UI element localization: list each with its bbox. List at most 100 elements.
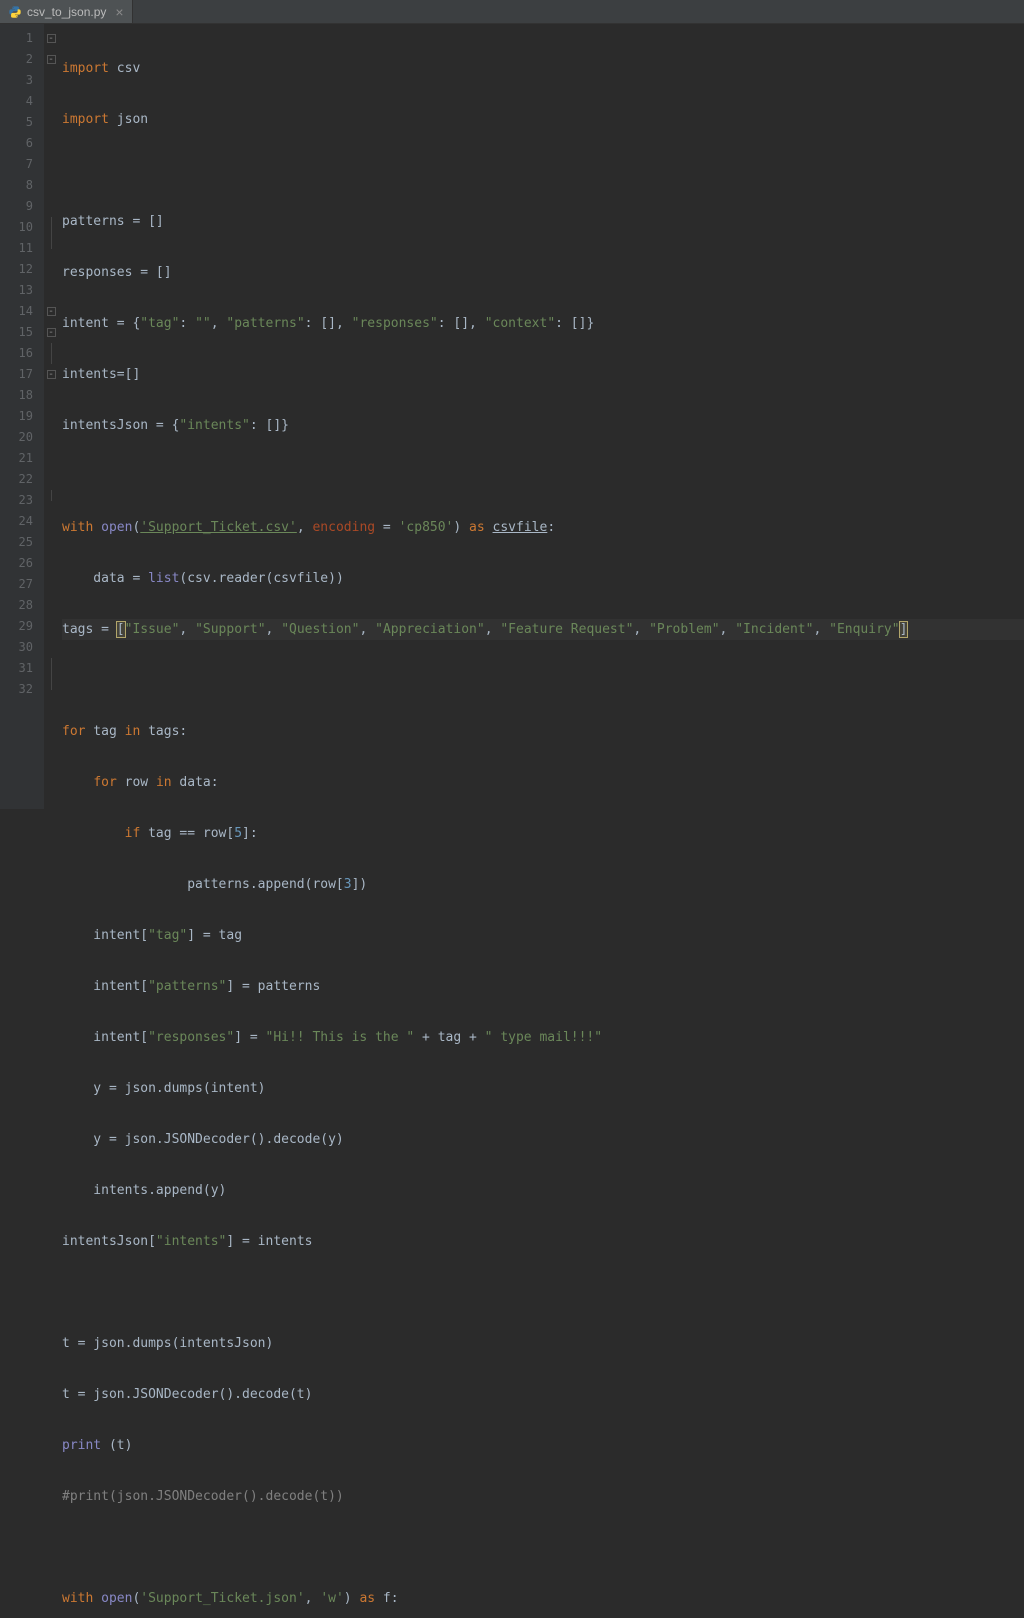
- code-line: print (t): [62, 1435, 1024, 1456]
- fold-row: [44, 280, 58, 301]
- code-line: if tag == row[5]:: [62, 823, 1024, 844]
- code-line: import json: [62, 109, 1024, 130]
- code-line: import csv: [62, 58, 1024, 79]
- fold-row: -: [44, 322, 58, 343]
- code-line: intents.append(y): [62, 1180, 1024, 1201]
- code-line: with open('Support_Ticket.csv', encoding…: [62, 517, 1024, 538]
- fold-toggle-icon[interactable]: -: [47, 307, 56, 316]
- fold-row: -: [44, 301, 58, 322]
- line-number: 20: [0, 427, 43, 448]
- tab-filename: csv_to_json.py: [27, 5, 106, 19]
- code-line: intent = {"tag": "", "patterns": [], "re…: [62, 313, 1024, 334]
- fold-row: -: [44, 49, 58, 70]
- line-number: 15: [0, 322, 43, 343]
- code-line: intentsJson["intents"] = intents: [62, 1231, 1024, 1252]
- line-number: 28: [0, 595, 43, 616]
- close-tab-icon[interactable]: ×: [115, 5, 123, 19]
- code-line: intentsJson = {"intents": []}: [62, 415, 1024, 436]
- code-line: intent["tag"] = tag: [62, 925, 1024, 946]
- fold-row: [44, 238, 58, 259]
- fold-toggle-icon[interactable]: -: [47, 328, 56, 337]
- line-number: 4: [0, 91, 43, 112]
- python-file-icon: [8, 5, 22, 19]
- fold-row: [44, 427, 58, 448]
- line-number: 10: [0, 217, 43, 238]
- code-line: y = json.JSONDecoder().decode(y): [62, 1129, 1024, 1150]
- line-number: 26: [0, 553, 43, 574]
- line-number: 32: [0, 679, 43, 700]
- fold-row: [44, 511, 58, 532]
- code-line: t = json.dumps(intentsJson): [62, 1333, 1024, 1354]
- fold-row: [44, 133, 58, 154]
- line-number: 12: [0, 259, 43, 280]
- line-number: 30: [0, 637, 43, 658]
- line-number: 23: [0, 490, 43, 511]
- line-number: 21: [0, 448, 43, 469]
- fold-row: [44, 343, 58, 364]
- fold-row: -: [44, 364, 58, 385]
- code-line: intent["patterns"] = patterns: [62, 976, 1024, 997]
- fold-toggle-icon[interactable]: -: [47, 34, 56, 43]
- fold-row: [44, 91, 58, 112]
- line-number: 17: [0, 364, 43, 385]
- line-number: 14: [0, 301, 43, 322]
- tab-bar: csv_to_json.py ×: [0, 0, 1024, 24]
- code-line: for row in data:: [62, 772, 1024, 793]
- line-number: 18: [0, 385, 43, 406]
- fold-row: [44, 616, 58, 637]
- file-tab[interactable]: csv_to_json.py ×: [0, 0, 133, 23]
- fold-row: [44, 595, 58, 616]
- fold-row: [44, 406, 58, 427]
- code-line-active: tags = ["Issue", "Support", "Question", …: [62, 619, 1024, 640]
- fold-row: [44, 196, 58, 217]
- code-line: #print(json.JSONDecoder().decode(t)): [62, 1486, 1024, 1507]
- line-number: 9: [0, 196, 43, 217]
- fold-toggle-icon[interactable]: -: [47, 55, 56, 64]
- code-line: [62, 466, 1024, 487]
- line-number: 29: [0, 616, 43, 637]
- fold-row: [44, 469, 58, 490]
- fold-row: [44, 70, 58, 91]
- line-number: 6: [0, 133, 43, 154]
- fold-row: [44, 259, 58, 280]
- fold-row: [44, 532, 58, 553]
- fold-row: [44, 217, 58, 238]
- code-line: for tag in tags:: [62, 721, 1024, 742]
- line-number: 31: [0, 658, 43, 679]
- fold-row: [44, 112, 58, 133]
- code-line: data = list(csv.reader(csvfile)): [62, 568, 1024, 589]
- line-number-gutter: 1234567891011121314151617181920212223242…: [0, 24, 44, 809]
- code-editor[interactable]: 1234567891011121314151617181920212223242…: [0, 24, 1024, 809]
- code-line: [62, 1537, 1024, 1558]
- code-line: intents=[]: [62, 364, 1024, 385]
- code-area[interactable]: import csv import json patterns = [] res…: [58, 24, 1024, 809]
- line-number: 24: [0, 511, 43, 532]
- fold-column: - - - - -: [44, 24, 58, 809]
- code-line: [62, 670, 1024, 691]
- line-number: 13: [0, 280, 43, 301]
- line-number: 22: [0, 469, 43, 490]
- line-number: 3: [0, 70, 43, 91]
- code-line: [62, 1282, 1024, 1303]
- line-number: 7: [0, 154, 43, 175]
- fold-row: [44, 448, 58, 469]
- fold-row: [44, 385, 58, 406]
- fold-row: [44, 679, 58, 700]
- line-number: 27: [0, 574, 43, 595]
- line-number: 25: [0, 532, 43, 553]
- line-number: 16: [0, 343, 43, 364]
- fold-row: [44, 553, 58, 574]
- line-number: 5: [0, 112, 43, 133]
- fold-row: [44, 154, 58, 175]
- fold-row: [44, 175, 58, 196]
- fold-row: [44, 637, 58, 658]
- fold-toggle-icon[interactable]: -: [47, 370, 56, 379]
- code-line: patterns = []: [62, 211, 1024, 232]
- fold-row: [44, 490, 58, 511]
- fold-row: [44, 574, 58, 595]
- code-line: t = json.JSONDecoder().decode(t): [62, 1384, 1024, 1405]
- code-line: intent["responses"] = "Hi!! This is the …: [62, 1027, 1024, 1048]
- code-line: y = json.dumps(intent): [62, 1078, 1024, 1099]
- line-number: 11: [0, 238, 43, 259]
- line-number: 2: [0, 49, 43, 70]
